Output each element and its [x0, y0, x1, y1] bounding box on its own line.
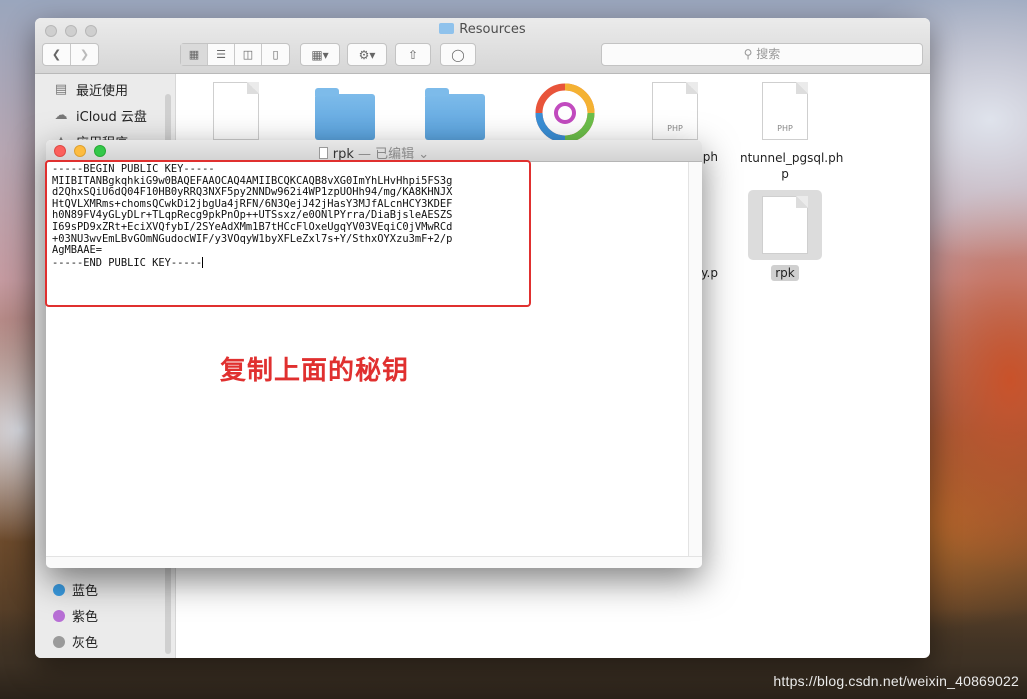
php-file-icon: PHP	[762, 82, 808, 140]
back-forward-buttons: ❮ ❯	[42, 43, 99, 66]
gallery-view-icon[interactable]: ▯	[262, 44, 289, 65]
sidebar-tag-gray[interactable]: 灰色	[53, 632, 98, 651]
tags-button[interactable]: ◯	[440, 43, 476, 66]
folder-icon	[425, 88, 485, 140]
textedit-titlebar: rpk — 已编辑 ⌄	[46, 140, 702, 162]
column-view-icon[interactable]: ◫	[235, 44, 262, 65]
file-item-php-2[interactable]: PHP ntunnel_pgsql.ph p	[740, 82, 844, 182]
file-label: ntunnel_pgsql.ph p	[740, 151, 844, 181]
search-field[interactable]: ⚲ 搜索	[601, 43, 923, 66]
share-button[interactable]: ⇧	[395, 43, 431, 66]
file-label: rpk	[771, 265, 799, 281]
sidebar-item-icloud[interactable]: ☁ iCloud 云盘	[53, 106, 147, 125]
finder-toolbar: Resources ❮ ❯ ▦ ☰ ◫ ▯ ▦▾ ⚙▾ ⇧ ◯ ⚲ 搜索	[35, 18, 930, 74]
view-mode-buttons: ▦ ☰ ◫ ▯	[180, 43, 290, 66]
document-icon	[762, 196, 808, 254]
sidebar-item-recents[interactable]: ▤ 最近使用	[53, 80, 128, 99]
group-icon: ▦▾	[311, 47, 329, 62]
file-item-doc[interactable]	[191, 82, 281, 140]
search-placeholder: 搜索	[756, 47, 781, 61]
folder-icon	[439, 23, 455, 34]
list-view-icon[interactable]: ☰	[208, 44, 235, 65]
finder-title: Resources	[35, 22, 930, 37]
app-item-navicat[interactable]	[520, 82, 610, 147]
icon-view-icon[interactable]: ▦	[181, 44, 208, 65]
forward-icon[interactable]: ❯	[71, 44, 98, 65]
search-icon: ⚲	[743, 47, 753, 61]
document-icon	[318, 147, 328, 159]
file-item-rpk[interactable]: rpk	[740, 196, 830, 281]
share-icon: ⇧	[407, 47, 419, 62]
folder-item[interactable]	[300, 88, 390, 140]
sidebar-tag-blue[interactable]: 蓝色	[53, 580, 98, 599]
action-button[interactable]: ⚙▾	[347, 43, 387, 66]
gray-tag-icon	[53, 635, 65, 648]
navicat-app-icon	[535, 83, 595, 143]
purple-tag-icon	[53, 609, 65, 622]
blue-tag-icon	[53, 583, 65, 596]
annotation-highlight-box	[45, 160, 531, 307]
recents-icon: ▤	[54, 81, 68, 97]
back-icon[interactable]: ❮	[43, 44, 71, 65]
folder-icon	[315, 88, 375, 140]
group-button[interactable]: ▦▾	[300, 43, 340, 66]
vertical-scrollbar[interactable]	[688, 162, 702, 556]
horizontal-scrollbar[interactable]	[46, 556, 702, 568]
watermark: https://blog.csdn.net/weixin_40869022	[773, 673, 1019, 689]
document-icon	[213, 82, 259, 140]
sidebar-tag-purple[interactable]: 紫色	[53, 606, 98, 625]
cloud-icon: ☁	[54, 107, 68, 123]
annotation-text: 复制上面的秘钥	[220, 356, 410, 386]
php-file-icon: PHP	[652, 82, 698, 140]
tag-icon: ◯	[451, 47, 465, 62]
gear-icon: ⚙▾	[358, 47, 376, 62]
folder-item[interactable]	[410, 88, 500, 140]
